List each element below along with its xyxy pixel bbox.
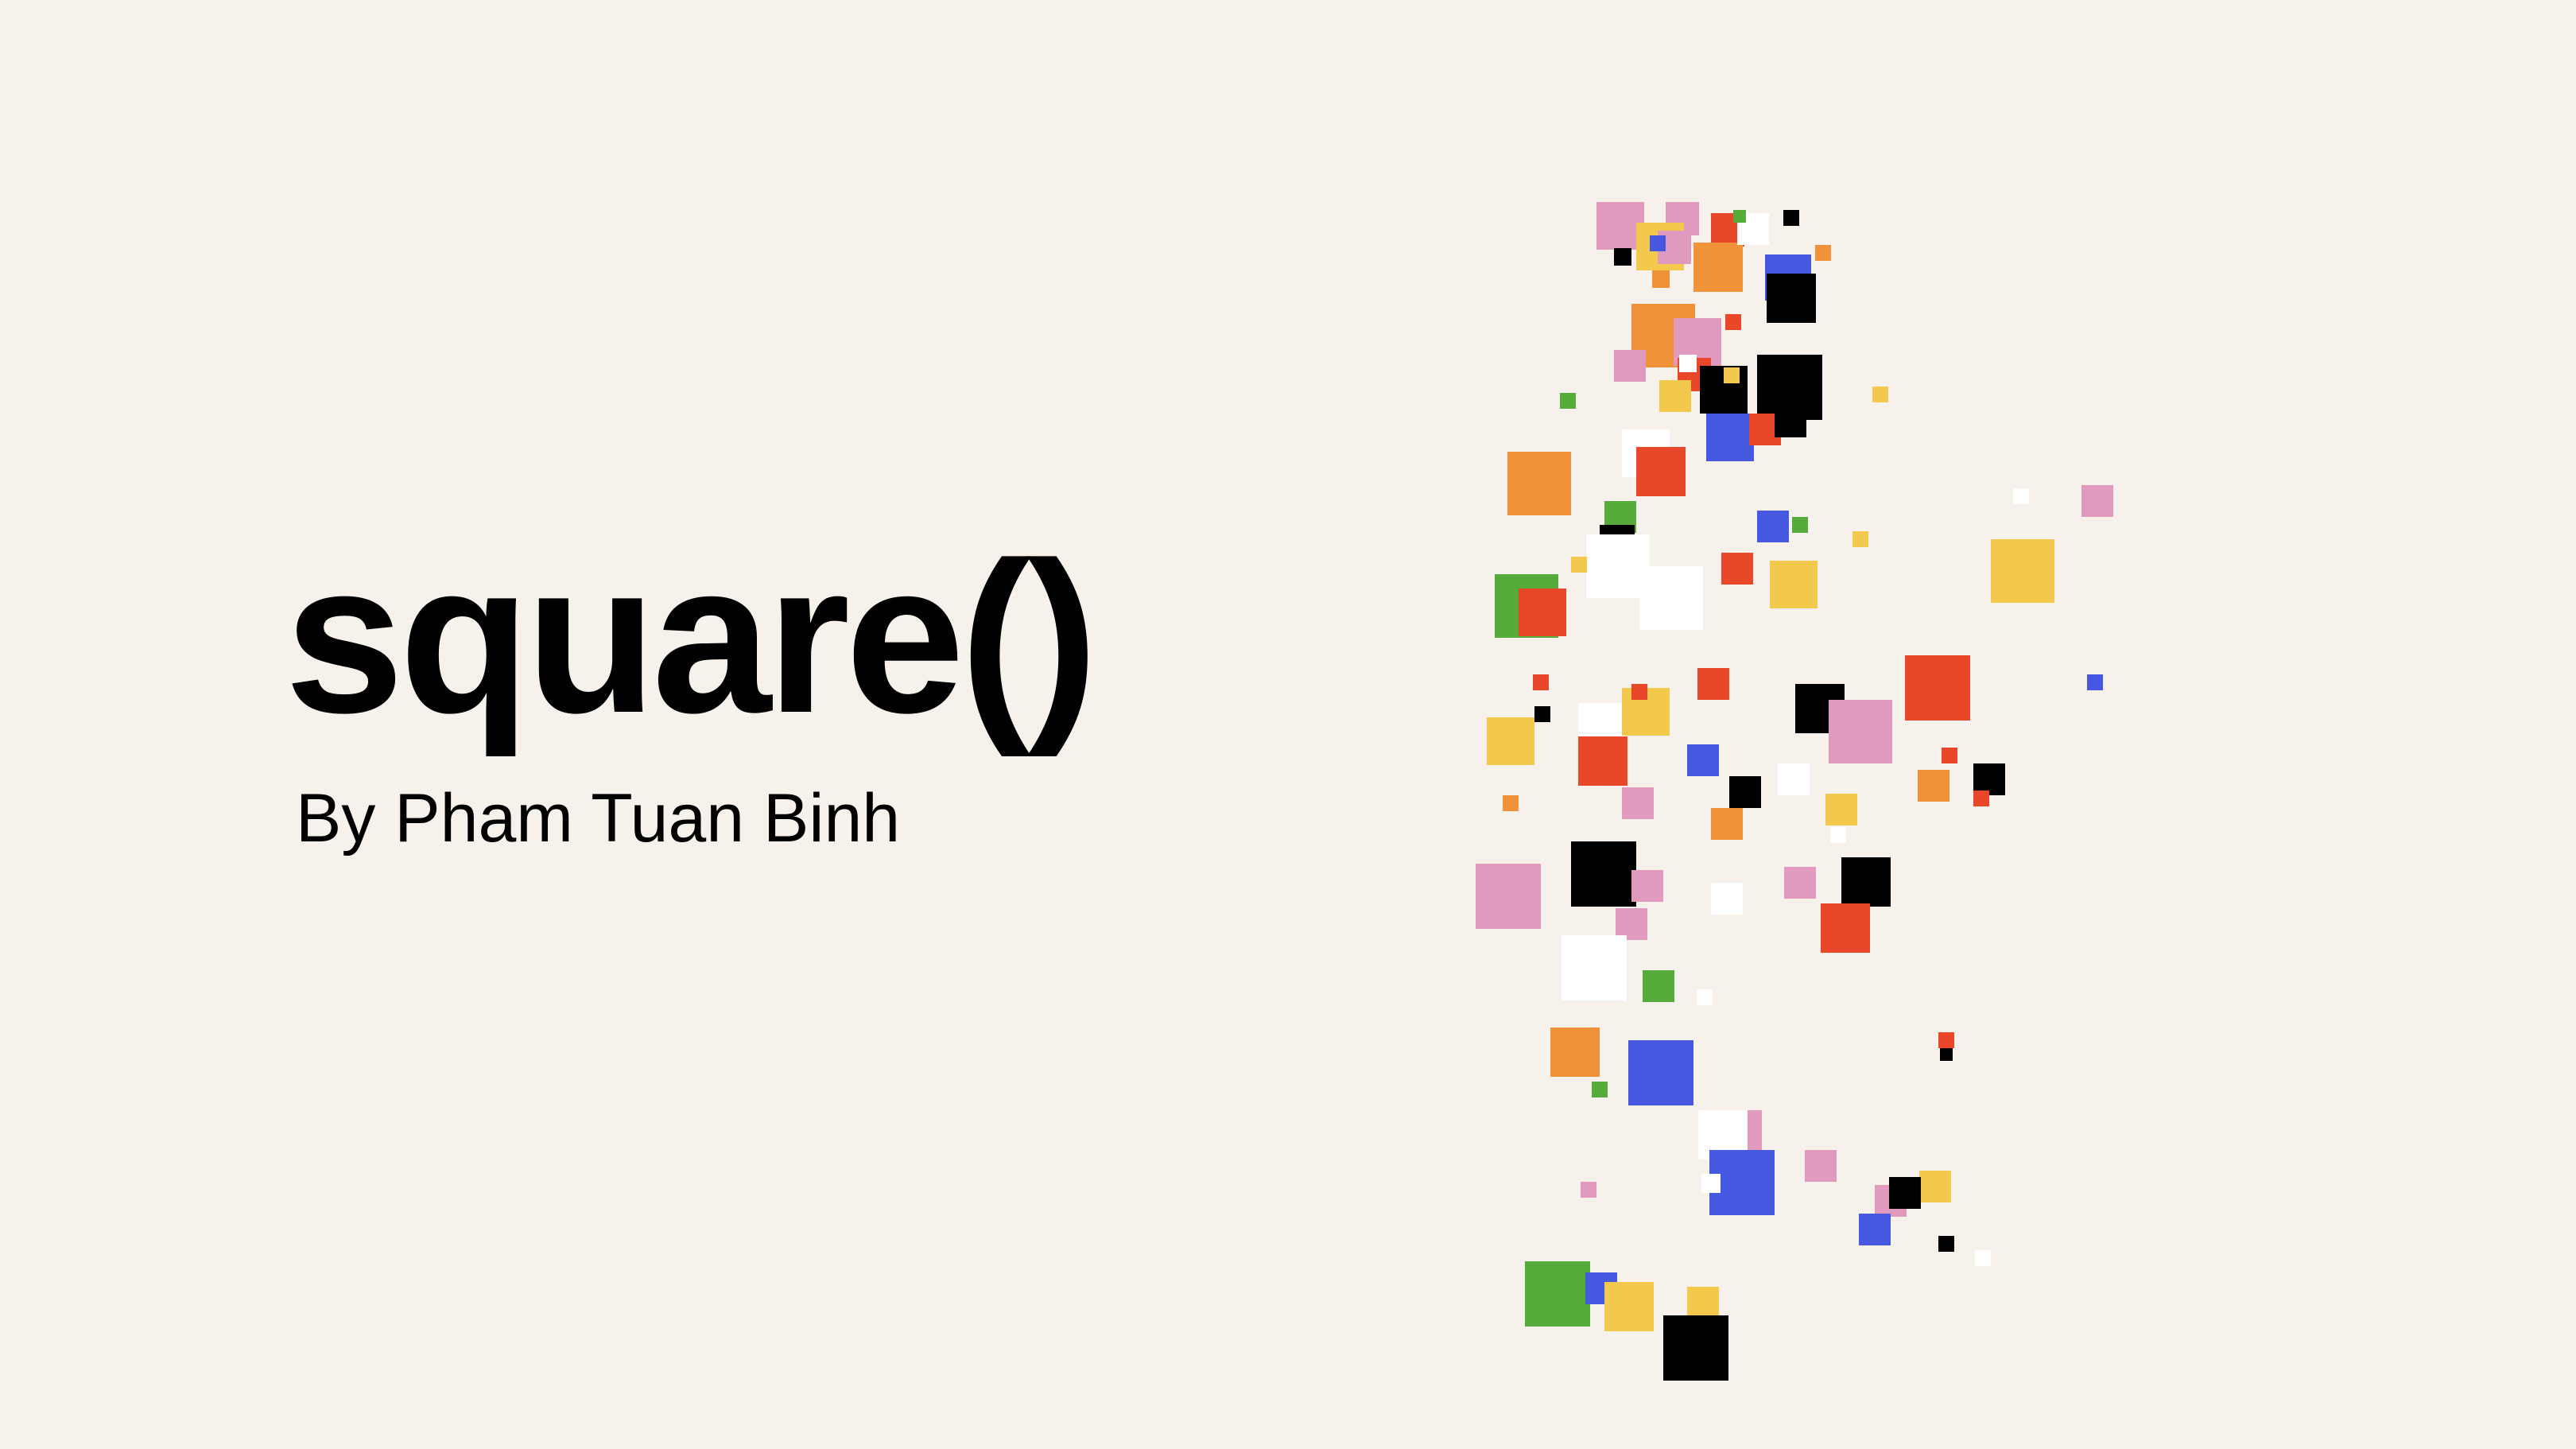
decorative-square-green	[1592, 1082, 1608, 1097]
decorative-square-green	[1792, 517, 1808, 533]
decorative-square-yellow	[1872, 387, 1888, 402]
decorative-square-yellow	[1770, 561, 1818, 608]
decorative-square-white	[1562, 935, 1627, 1000]
decorative-square-black	[1889, 1177, 1921, 1209]
decorative-square-blue	[1859, 1214, 1891, 1245]
decorative-square-white	[1639, 566, 1703, 630]
decorative-square-red	[1938, 1032, 1954, 1048]
decorative-square-red	[1725, 314, 1741, 330]
decorative-square-blue	[1757, 511, 1789, 542]
decorative-square-black	[1783, 210, 1799, 226]
decorative-square-black	[1614, 248, 1631, 266]
decorative-square-yellow	[1659, 380, 1691, 412]
decorative-square-blue	[1687, 744, 1719, 776]
decorative-square-yellow	[1687, 1287, 1719, 1319]
decorative-square-red	[1942, 748, 1957, 763]
decorative-square-white	[1701, 1174, 1721, 1193]
decorative-square-red	[1973, 791, 1989, 806]
decorative-square-white	[1975, 1250, 1991, 1266]
decorative-square-white	[1778, 763, 1810, 795]
decorative-square-yellow	[1724, 367, 1740, 383]
decorative-square-pink	[2081, 485, 2113, 517]
decorative-square-black	[1938, 1236, 1954, 1252]
decorative-square-red	[1519, 589, 1566, 636]
decorative-square-red	[1697, 668, 1729, 700]
decorative-square-yellow	[1604, 1282, 1654, 1331]
decorative-square-red	[1905, 655, 1970, 721]
decorative-square-orange	[1550, 1028, 1600, 1077]
decorative-square-yellow	[1571, 557, 1587, 573]
decorative-square-black	[1571, 841, 1636, 907]
decorative-square-pink	[1631, 870, 1663, 902]
decorative-square-red	[1721, 553, 1753, 585]
decorative-square-yellow	[1487, 717, 1534, 765]
decorative-square-black	[1729, 776, 1761, 808]
decorative-square-black	[1663, 1315, 1728, 1381]
decorative-square-pink	[1622, 787, 1654, 819]
decorative-square-green	[1643, 970, 1674, 1002]
decorative-square-orange	[1652, 270, 1670, 288]
decorative-square-white	[1711, 883, 1743, 915]
decorative-square-pink	[1581, 1182, 1596, 1198]
decorative-square-orange	[1815, 245, 1831, 261]
decorative-square-green	[1560, 393, 1576, 409]
slide: square() By Pham Tuan Binh	[0, 0, 2576, 1449]
decorative-square-white	[1697, 989, 1713, 1005]
decorative-square-red	[1578, 736, 1627, 786]
decorative-square-yellow	[1852, 531, 1868, 547]
decorative-square-orange	[1711, 808, 1743, 840]
decorative-square-orange	[1507, 452, 1571, 515]
decorative-square-white	[2013, 488, 2029, 504]
decorative-square-black	[1841, 857, 1891, 907]
decorative-square-pink	[1829, 700, 1892, 763]
decorative-square-pink	[1614, 350, 1646, 382]
decorative-square-blue	[1706, 414, 1754, 461]
decorative-square-blue	[1628, 1040, 1693, 1105]
decorative-square-yellow	[1991, 539, 2054, 603]
decorative-square-red	[1636, 447, 1686, 496]
scattered-squares-art	[1476, 202, 2113, 1381]
decorative-square-blue	[2087, 674, 2103, 690]
decorative-square-red	[1533, 674, 1549, 690]
decorative-square-green	[1525, 1261, 1590, 1327]
decorative-square-yellow	[1919, 1171, 1951, 1202]
decorative-square-orange	[1693, 243, 1743, 292]
decorative-square-black	[1534, 706, 1550, 722]
decorative-square-pink	[1805, 1150, 1837, 1182]
decorative-square-white	[1830, 827, 1846, 843]
decorative-square-green	[1733, 210, 1746, 223]
decorative-square-blue	[1650, 235, 1666, 251]
decorative-square-red	[1631, 684, 1647, 700]
decorative-square-orange	[1503, 795, 1519, 811]
decorative-square-black	[1767, 274, 1816, 323]
decorative-square-yellow	[1825, 794, 1857, 826]
decorative-square-white	[1679, 355, 1697, 372]
decorative-square-black	[1775, 406, 1806, 437]
decorative-square-black	[1940, 1048, 1953, 1061]
decorative-square-orange	[1918, 770, 1949, 802]
decorative-square-pink	[1784, 867, 1816, 899]
decorative-square-pink	[1476, 864, 1541, 929]
decorative-square-red	[1821, 903, 1870, 953]
